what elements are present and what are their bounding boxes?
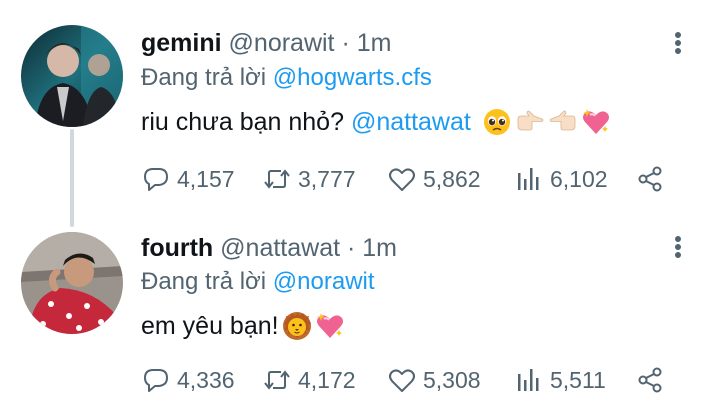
tweet-text: riu chưa bạn nhỏ? @nattawat	[141, 106, 611, 138]
avatar[interactable]	[21, 232, 123, 334]
reply-to-link[interactable]: @norawit	[273, 268, 375, 295]
reply-count: 4,336	[177, 366, 235, 393]
views-button[interactable]: 5,511	[514, 364, 606, 396]
lion-face-icon	[282, 312, 311, 340]
reply-count: 4,157	[177, 165, 235, 192]
timestamp[interactable]: 1m	[357, 29, 392, 57]
views-chart-icon	[518, 369, 539, 391]
like-button[interactable]: 5,308	[387, 364, 481, 396]
reply-button[interactable]: 4,336	[141, 364, 235, 396]
views-chart-icon	[518, 168, 539, 190]
user-handle[interactable]: @nattawat	[220, 234, 340, 262]
separator-dot: ·	[347, 234, 356, 262]
timestamp[interactable]: 1m	[362, 234, 397, 262]
views-button[interactable]: 6,102	[514, 163, 608, 195]
tweet-thread: gemini @norawit · 1m Đang trả lời @hogwa…	[0, 0, 719, 409]
tweet-text: em yêu bạn!	[141, 310, 345, 342]
share-icon	[638, 367, 662, 393]
retweet-icon	[264, 169, 290, 189]
separator-dot: ·	[341, 29, 350, 57]
more-options-icon[interactable]	[668, 28, 688, 58]
replying-to: Đang trả lời @norawit	[141, 267, 375, 297]
tweet[interactable]: fourth @nattawat · 1m Đang trả lời @nora…	[0, 212, 719, 409]
views-count: 6,102	[550, 165, 608, 192]
retweet-button[interactable]: 4,172	[262, 364, 356, 396]
tweet-actions: 4,336 4,172 5,308 5,511	[141, 364, 681, 396]
sparkling-heart-icon	[316, 313, 343, 338]
heart-icon	[389, 168, 415, 191]
share-button[interactable]	[635, 364, 671, 396]
replying-to-label: Đang trả lời	[141, 64, 273, 91]
pointing-right-icon	[517, 110, 544, 131]
retweet-count: 3,777	[298, 165, 356, 192]
retweet-count: 4,172	[298, 366, 356, 393]
tweet-actions: 4,157 3,777 5,862 6,102	[141, 163, 681, 195]
reply-icon	[144, 168, 168, 191]
display-name[interactable]: fourth	[141, 234, 213, 262]
tweet-header: gemini @norawit · 1m	[141, 28, 391, 58]
reply-button[interactable]: 4,157	[141, 163, 235, 195]
tweet-body: em yêu bạn!	[141, 312, 279, 340]
more-options-icon[interactable]	[668, 232, 688, 262]
share-button[interactable]	[635, 163, 671, 195]
avatar[interactable]	[21, 25, 123, 127]
pointing-left-icon	[549, 110, 576, 131]
mention-link[interactable]: @nattawat	[351, 106, 471, 138]
tweet[interactable]: gemini @norawit · 1m Đang trả lời @hogwa…	[0, 0, 719, 212]
tweet-header: fourth @nattawat · 1m	[141, 233, 397, 263]
retweet-icon	[264, 370, 290, 390]
like-button[interactable]: 5,862	[387, 163, 481, 195]
heart-icon	[389, 369, 415, 392]
like-count: 5,308	[423, 366, 481, 393]
replying-to-label: Đang trả lời	[141, 268, 273, 295]
views-count: 5,511	[550, 366, 606, 393]
user-handle[interactable]: @norawit	[229, 29, 335, 57]
tweet-body: riu chưa bạn nhỏ?	[141, 108, 351, 136]
sparkling-heart-icon	[582, 109, 609, 134]
reply-to-link[interactable]: @hogwarts.cfs	[273, 64, 432, 91]
like-count: 5,862	[423, 165, 481, 192]
display-name[interactable]: gemini	[141, 29, 222, 57]
retweet-button[interactable]: 3,777	[262, 163, 356, 195]
replying-to: Đang trả lời @hogwarts.cfs	[141, 63, 432, 93]
share-icon	[638, 166, 662, 192]
reply-icon	[144, 369, 168, 392]
pleading-face-icon	[483, 109, 510, 135]
